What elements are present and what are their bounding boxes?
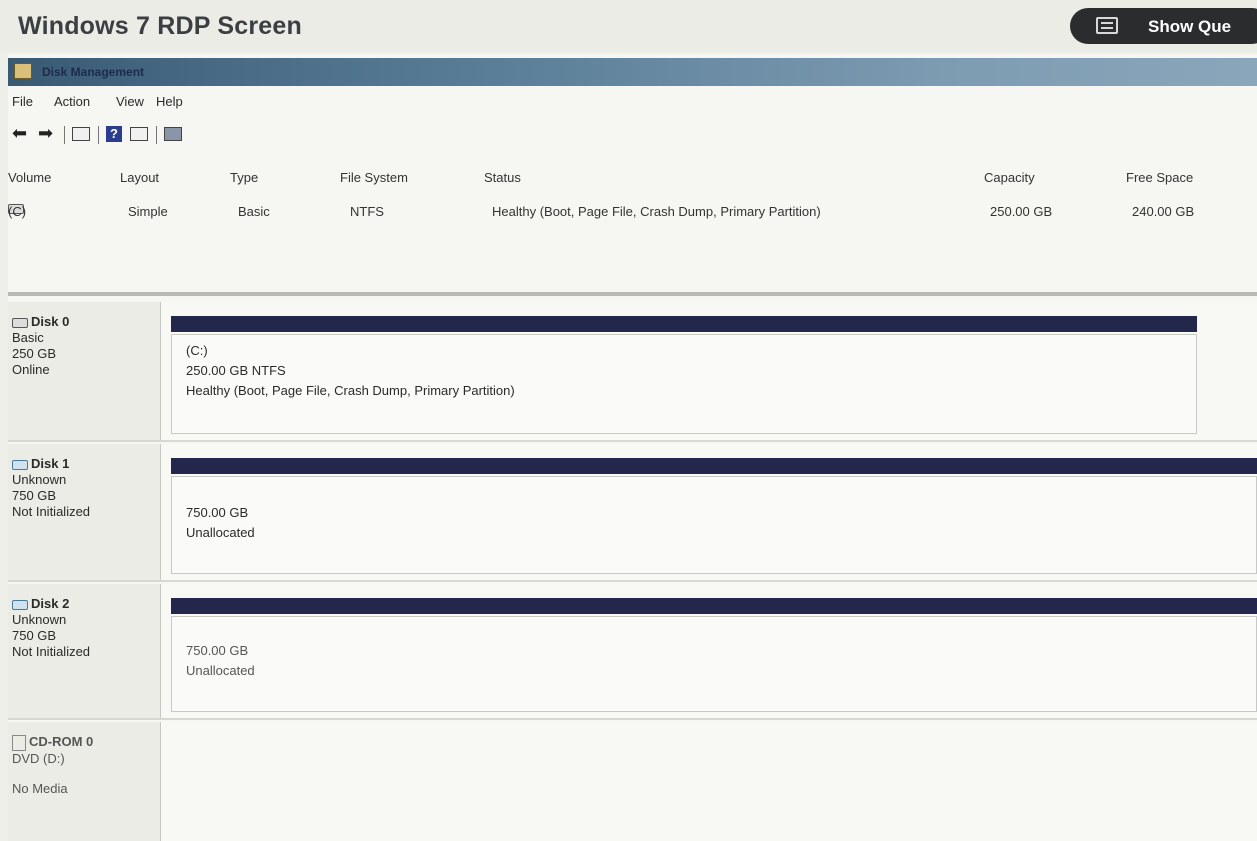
disk-type: Basic (12, 330, 44, 345)
col-layout[interactable]: Layout (120, 170, 159, 185)
disk-label[interactable]: CD-ROM 0 DVD (D:) No Media (8, 722, 160, 841)
show-questions-label: Show Que (1148, 17, 1232, 36)
partition-size: 750.00 GB (186, 505, 249, 520)
cd-rom-icon (12, 734, 26, 751)
settings-icon[interactable] (164, 127, 182, 141)
disk-row-0: Disk 0 Basic 250 GB Online (C:) 250.00 G… (8, 302, 1257, 440)
pane-divider[interactable] (8, 292, 1257, 296)
col-file-system[interactable]: File System (340, 170, 408, 185)
partition-bar (171, 598, 1257, 614)
file-system-cell: NTFS (350, 204, 384, 219)
disk-name-line: Disk 0 (12, 314, 160, 330)
row-separator (8, 440, 1257, 442)
col-capacity[interactable]: Capacity (984, 170, 1035, 185)
disk-status: Online (12, 362, 50, 377)
disk-partition-area (160, 722, 1257, 841)
menu-help[interactable]: Help (156, 94, 183, 109)
partition-status: Unallocated (186, 525, 255, 540)
disk-label[interactable]: Disk 2 Unknown 750 GB Not Initialized (8, 584, 160, 718)
forward-arrow-icon[interactable]: ➡ (38, 124, 53, 142)
free-space-cell: 240.00 GB (1132, 204, 1195, 219)
disk-name: Disk 1 (31, 456, 70, 471)
disk-type: DVD (D:) (12, 750, 65, 766)
partition-bar (171, 316, 1197, 332)
back-arrow-icon[interactable]: ⬅ (12, 124, 27, 142)
disk-icon (12, 459, 28, 470)
status-cell: Healthy (Boot, Page File, Crash Dump, Pr… (492, 204, 821, 219)
capacity-cell: 250.00 GB (990, 204, 1053, 219)
partition-c[interactable]: (C:) 250.00 GB NTFS Healthy (Boot, Page … (171, 334, 1197, 434)
show-questions-button[interactable]: Show Que (1070, 8, 1257, 44)
menu-bar: File Action View Help (8, 90, 1257, 112)
partition-status: Healthy (Boot, Page File, Crash Dump, Pr… (186, 383, 515, 398)
disk-type: Unknown (12, 472, 67, 487)
toolbar-separator (98, 126, 99, 144)
disk-type: Unknown (12, 612, 67, 627)
disk-status: Not Initialized (12, 644, 91, 659)
disk-size: 750 GB (12, 488, 57, 503)
disk-row-cdrom: CD-ROM 0 DVD (D:) No Media (8, 722, 1257, 841)
col-free-space[interactable]: Free Space (1126, 170, 1193, 185)
disk-status: No Media (12, 780, 68, 796)
toolbar: ⬅ ➡ ? (8, 118, 1257, 148)
type-cell: Basic (238, 204, 270, 219)
toolbar-separator (64, 126, 65, 144)
col-volume[interactable]: Volume (8, 170, 51, 185)
disk-partition-area: 750.00 GB Unallocated (160, 444, 1257, 580)
disk-label[interactable]: Disk 0 Basic 250 GB Online (8, 302, 160, 440)
volume-name: (C) (8, 204, 27, 219)
disk-name-line: Disk 1 (12, 456, 160, 472)
unallocated-space[interactable]: 750.00 GB Unallocated (171, 476, 1257, 574)
partition-name: (C:) (186, 343, 208, 358)
page-title: Windows 7 RDP Screen (18, 12, 302, 40)
partition-bar (171, 458, 1257, 474)
disk-size: 750 GB (12, 628, 57, 643)
disk-partition-area: (C:) 250.00 GB NTFS Healthy (Boot, Page … (160, 302, 1257, 440)
volume-table-header: Volume Layout Type File System Status Ca… (8, 170, 1257, 190)
partition-status: Unallocated (186, 663, 255, 678)
col-type[interactable]: Type (230, 170, 258, 185)
disk-name-line: Disk 2 (12, 596, 160, 612)
disk-management-window: Disk Management File Action View Help ⬅ … (8, 54, 1257, 841)
partition-size: 250.00 GB NTFS (186, 363, 286, 378)
menu-view[interactable]: View (116, 94, 144, 109)
disk-row-1: Disk 1 Unknown 750 GB Not Initialized 75… (8, 444, 1257, 580)
disk-row-2: Disk 2 Unknown 750 GB Not Initialized 75… (8, 584, 1257, 718)
disk-size: 250 GB (12, 346, 57, 361)
console-tree-icon[interactable] (72, 127, 90, 141)
help-icon[interactable]: ? (106, 126, 122, 142)
disk-name: CD-ROM 0 (29, 734, 94, 749)
menu-action[interactable]: Action (54, 94, 90, 109)
properties-icon[interactable] (130, 127, 148, 141)
disk-icon (12, 317, 28, 328)
disk-label[interactable]: Disk 1 Unknown 750 GB Not Initialized (8, 444, 160, 580)
menu-file[interactable]: File (12, 94, 33, 109)
disk-status: Not Initialized (12, 504, 91, 519)
toolbar-separator (156, 126, 157, 144)
list-icon (1096, 17, 1118, 34)
top-header: Windows 7 RDP Screen Show Que (0, 0, 1257, 52)
disk-icon (12, 599, 28, 610)
row-separator (8, 580, 1257, 582)
window-title: Disk Management (42, 65, 145, 79)
disk-name: Disk 2 (31, 596, 70, 611)
unallocated-space[interactable]: 750.00 GB Unallocated (171, 616, 1257, 712)
disk-management-app-icon (14, 63, 32, 79)
table-row[interactable]: (C) Simple Basic NTFS Healthy (Boot, Pag… (8, 204, 1257, 224)
window-titlebar[interactable]: Disk Management (8, 58, 1257, 86)
disk-name: Disk 0 (31, 314, 70, 329)
disk-partition-area: 750.00 GB Unallocated (160, 584, 1257, 718)
disk-name-line: CD-ROM 0 (12, 734, 160, 751)
row-separator (8, 718, 1257, 720)
layout-cell: Simple (128, 204, 168, 219)
col-status[interactable]: Status (484, 170, 521, 185)
partition-size: 750.00 GB (186, 643, 249, 658)
